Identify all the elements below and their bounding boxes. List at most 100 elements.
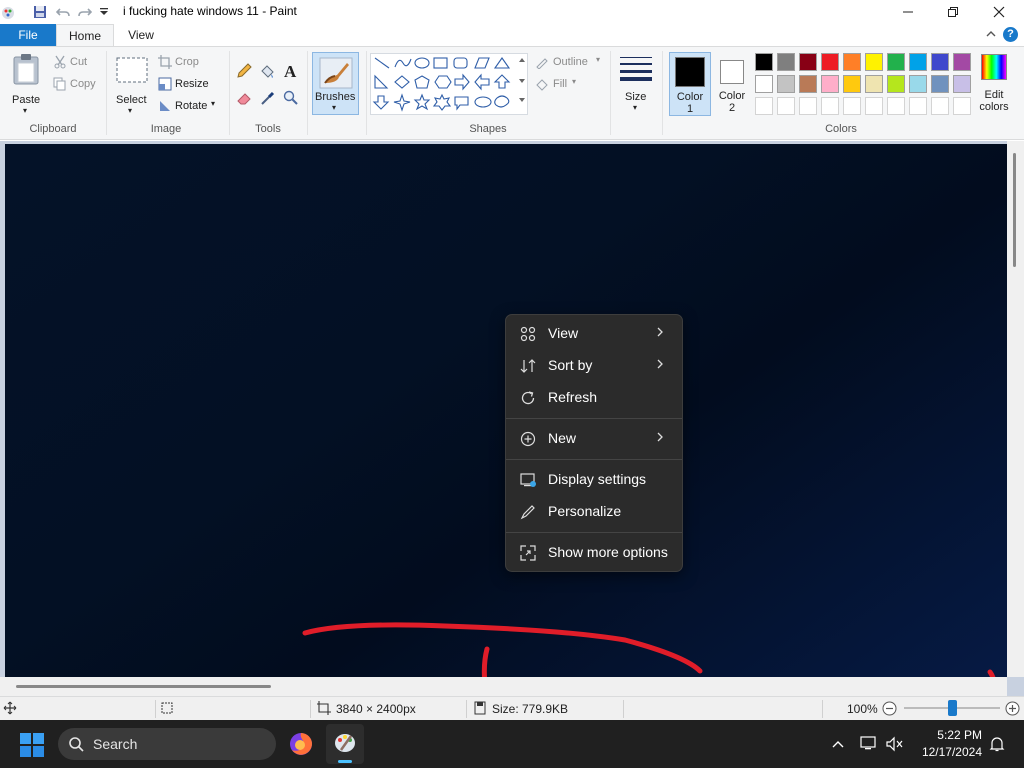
custom-color-slot[interactable] xyxy=(909,97,927,115)
custom-color-slot[interactable] xyxy=(887,97,905,115)
edit-colors-label-2: colors xyxy=(979,101,1009,113)
volume-muted-icon[interactable] xyxy=(886,736,904,755)
color-swatch[interactable] xyxy=(821,75,839,93)
vertical-scroll-thumb[interactable] xyxy=(1013,153,1016,267)
redo-icon[interactable] xyxy=(77,4,93,20)
help-icon[interactable]: ? xyxy=(1003,27,1018,42)
custom-color-slot[interactable] xyxy=(931,97,949,115)
fill-tool[interactable] xyxy=(259,63,275,82)
collapse-ribbon-icon[interactable] xyxy=(985,28,997,43)
color-swatch[interactable] xyxy=(931,53,949,71)
taskbar-search[interactable]: Search xyxy=(58,728,276,760)
zoom-in-button[interactable] xyxy=(1005,701,1020,719)
chevron-down-icon: ▾ xyxy=(128,106,133,115)
brushes-label: Brushes xyxy=(315,91,356,103)
color-swatch[interactable] xyxy=(777,75,795,93)
taskbar-date[interactable]: 12/17/2024 xyxy=(914,745,982,759)
taskbar: Search 5:22 PM 12/17/2024 xyxy=(0,720,1024,768)
custom-color-slot[interactable] xyxy=(799,97,817,115)
maximize-button[interactable] xyxy=(930,0,976,24)
outline-label: Outline xyxy=(553,56,588,68)
divider xyxy=(310,700,311,718)
menu-item-personalize[interactable]: Personalize xyxy=(510,497,678,527)
custom-color-slot[interactable] xyxy=(755,97,773,115)
color-swatch[interactable] xyxy=(799,53,817,71)
edit-colors-button[interactable]: Edit colors xyxy=(975,51,1013,115)
custom-color-slot[interactable] xyxy=(953,97,971,115)
menu-item-view[interactable]: View xyxy=(510,319,678,349)
vertical-scrollbar[interactable] xyxy=(1007,141,1024,677)
custom-color-slot[interactable] xyxy=(777,97,795,115)
color-swatch[interactable] xyxy=(909,53,927,71)
color-swatch[interactable] xyxy=(865,75,883,93)
ribbon-home: Paste ▾ Cut Copy Clipboard Select ▾ Crop… xyxy=(0,46,1024,140)
network-icon[interactable] xyxy=(860,736,878,755)
paint-icon xyxy=(335,734,355,752)
color-swatch[interactable] xyxy=(887,75,905,93)
color2-button[interactable]: Color 2 xyxy=(714,52,750,116)
menu-item-show-more-options[interactable]: Show more options xyxy=(510,538,678,568)
firefox-taskbar-button[interactable] xyxy=(288,731,314,760)
custom-color-slot[interactable] xyxy=(821,97,839,115)
resize-label: Resize xyxy=(175,78,209,90)
divider xyxy=(822,700,823,718)
tab-view[interactable]: View xyxy=(116,24,166,46)
menu-item-sort-by[interactable]: Sort by xyxy=(510,351,678,381)
notifications-button[interactable] xyxy=(989,736,1005,755)
tab-home[interactable]: Home xyxy=(56,24,114,46)
shapes-group-label: Shapes xyxy=(469,123,507,135)
selection-size-icon xyxy=(160,701,174,718)
show-hidden-icons-button[interactable] xyxy=(831,737,845,754)
menu-item-display-settings[interactable]: Display settings xyxy=(510,465,678,495)
color-swatch[interactable] xyxy=(755,75,773,93)
size-button[interactable]: Size ▾ xyxy=(617,53,655,115)
zoom-slider-thumb[interactable] xyxy=(948,700,957,716)
color-swatch[interactable] xyxy=(843,53,861,71)
magnifier-tool[interactable] xyxy=(283,90,299,109)
shapes-gallery[interactable] xyxy=(370,53,528,115)
color-swatch[interactable] xyxy=(843,75,861,93)
paint-taskbar-button[interactable] xyxy=(326,724,364,764)
eyedropper-icon xyxy=(261,91,275,105)
color-swatch[interactable] xyxy=(953,53,971,71)
tab-file[interactable]: File xyxy=(0,24,56,46)
paint-app-icon[interactable] xyxy=(0,4,16,20)
taskbar-time[interactable]: 5:22 PM xyxy=(920,728,982,742)
custom-color-slot[interactable] xyxy=(865,97,883,115)
restore-icon xyxy=(948,7,958,17)
menu-item-new[interactable]: New xyxy=(510,424,678,454)
undo-icon[interactable] xyxy=(55,4,71,20)
close-button[interactable] xyxy=(976,0,1022,24)
minimize-button[interactable] xyxy=(885,0,931,24)
custom-color-slot[interactable] xyxy=(843,97,861,115)
color-swatch[interactable] xyxy=(865,53,883,71)
color-swatch[interactable] xyxy=(821,53,839,71)
color-swatch[interactable] xyxy=(755,53,773,71)
color-swatch[interactable] xyxy=(931,75,949,93)
color-swatch[interactable] xyxy=(909,75,927,93)
save-icon[interactable] xyxy=(32,4,48,20)
customize-quick-access-icon[interactable] xyxy=(96,4,112,20)
pencil-tool[interactable] xyxy=(236,63,252,82)
color-swatch[interactable] xyxy=(887,53,905,71)
zoom-out-button[interactable] xyxy=(882,701,897,719)
brushes-button[interactable]: Brushes ▾ xyxy=(312,52,359,115)
menu-item-refresh[interactable]: Refresh xyxy=(510,383,678,413)
horizontal-scroll-thumb[interactable] xyxy=(16,685,271,688)
windows-logo-icon xyxy=(20,733,44,757)
horizontal-scrollbar[interactable] xyxy=(0,677,1007,696)
text-tool-icon[interactable]: A xyxy=(284,62,296,82)
color-picker-tool[interactable] xyxy=(260,90,276,109)
start-button[interactable] xyxy=(20,733,44,760)
color1-swatch xyxy=(675,57,705,87)
color1-button[interactable]: Color 1 xyxy=(669,52,711,116)
file-size-icon xyxy=(473,701,487,718)
color-swatch[interactable] xyxy=(777,53,795,71)
paste-button[interactable]: Paste ▾ xyxy=(8,51,46,115)
eraser-tool[interactable] xyxy=(236,90,252,109)
color-swatch[interactable] xyxy=(799,75,817,93)
fill-bucket-icon xyxy=(536,79,548,91)
color-swatch[interactable] xyxy=(953,75,971,93)
select-button[interactable]: Select ▾ xyxy=(114,51,150,115)
chevron-down-icon: ▾ xyxy=(211,99,216,108)
